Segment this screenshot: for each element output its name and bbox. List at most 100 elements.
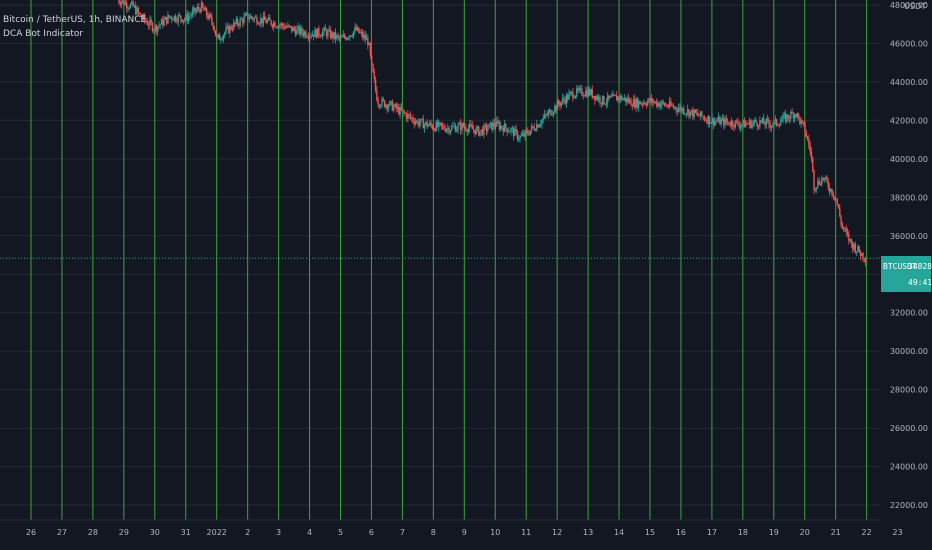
candle-body — [341, 36, 343, 38]
candle-body — [604, 104, 606, 105]
candle-body — [307, 37, 310, 39]
candle-body — [773, 121, 775, 126]
candle-body — [710, 122, 712, 124]
candle-body — [163, 19, 165, 26]
candle-body — [537, 124, 539, 128]
candle-body — [757, 126, 760, 128]
candle-body — [708, 116, 711, 124]
candle-body — [310, 36, 312, 37]
candle-body — [479, 131, 481, 136]
candle-body — [788, 118, 791, 120]
candle-body — [561, 98, 564, 103]
time-tick-label: 2 — [245, 528, 250, 537]
candle-body — [147, 24, 150, 26]
candle-body — [725, 118, 728, 122]
candle-body — [632, 99, 635, 107]
price-tick-label: 40000.00 — [890, 155, 928, 164]
candle-body — [499, 125, 502, 130]
candle-body — [164, 17, 167, 20]
candle-body — [698, 115, 700, 117]
candle-body — [303, 31, 306, 36]
candle-body — [622, 98, 624, 101]
candle-body — [599, 96, 601, 103]
candle-body — [859, 252, 862, 256]
time-tick-label: 28 — [88, 528, 98, 537]
candle-body — [815, 187, 818, 190]
candle-body — [405, 113, 408, 119]
time-tick-label: 26 — [26, 528, 36, 537]
candle-body — [204, 8, 207, 11]
candle-body — [775, 119, 778, 126]
candle-body — [466, 130, 468, 132]
candle-body — [198, 7, 200, 10]
time-tick-label: 5 — [338, 528, 343, 537]
candle-body — [550, 109, 552, 116]
candle-body — [581, 88, 583, 96]
candle-body — [185, 14, 187, 19]
candle-body — [557, 100, 560, 105]
symbol-title[interactable]: Bitcoin / TetherUS, 1h, BINANCE — [3, 13, 146, 27]
candle-body — [429, 122, 431, 126]
candle-body — [594, 95, 596, 101]
candle-body — [487, 128, 489, 131]
candle-body — [845, 228, 847, 232]
candle-body — [688, 109, 690, 117]
price-chart[interactable]: 22000.00 24000.00 26000.00 28000.00 30000.00… — [0, 0, 932, 550]
candle-body — [430, 122, 432, 126]
candle-body — [318, 28, 320, 36]
indicator-label[interactable]: DCA Bot Indicator — [3, 27, 146, 41]
candle-body — [414, 121, 417, 124]
candle-body — [751, 123, 753, 128]
candle-body — [349, 35, 351, 38]
candle-body — [684, 113, 686, 115]
candle-body — [608, 95, 610, 98]
price-tick-label: 42000.00 — [890, 116, 928, 125]
time-axis[interactable]: 26 27 28 29 30 31 2022 2 3 4 5 6 7 8 9 10 11 12 13 14 15 16 17… — [0, 519, 903, 537]
price-tick-label: 38000.00 — [890, 193, 928, 202]
candle-body — [587, 89, 590, 97]
candle-body — [234, 22, 236, 24]
time-tick-label: 21 — [831, 528, 841, 537]
candle-body — [162, 19, 164, 26]
candle-body — [670, 101, 672, 106]
candle-body — [244, 14, 247, 17]
candle-body — [191, 10, 194, 16]
candle-body — [238, 24, 240, 26]
candle-body — [316, 28, 319, 38]
candle-body — [808, 139, 810, 146]
candle-body — [385, 104, 387, 107]
candle-body — [180, 15, 182, 20]
candle-body — [799, 117, 801, 124]
candle-body — [508, 131, 511, 133]
candle-body — [668, 101, 671, 107]
candle-body — [613, 94, 615, 96]
candle-body — [338, 36, 341, 39]
candle-body — [616, 95, 618, 101]
candle-body — [248, 18, 250, 20]
candle-body — [309, 36, 311, 39]
candle-body — [640, 103, 642, 105]
candle-body — [681, 108, 684, 112]
candle-body — [443, 125, 445, 129]
candle-body — [425, 121, 427, 125]
candle-body — [793, 114, 796, 119]
candle-body — [133, 5, 136, 7]
candle-body — [421, 118, 423, 120]
candle-body — [481, 129, 484, 135]
candle-body — [849, 239, 851, 241]
candle-body — [502, 128, 504, 132]
candle-body — [646, 101, 649, 106]
candle-body — [577, 88, 579, 91]
candle-body — [195, 10, 198, 13]
candle-body — [118, 0, 120, 3]
candle-body — [494, 126, 497, 127]
time-tick-label: 7 — [400, 528, 405, 537]
candle-body — [300, 27, 302, 34]
candle-body — [254, 16, 257, 18]
candle-body — [862, 252, 864, 259]
candle-body — [298, 26, 301, 34]
candle-body — [436, 122, 439, 127]
candle-body — [441, 125, 444, 127]
candle-body — [527, 131, 529, 134]
candle-body — [263, 15, 266, 21]
